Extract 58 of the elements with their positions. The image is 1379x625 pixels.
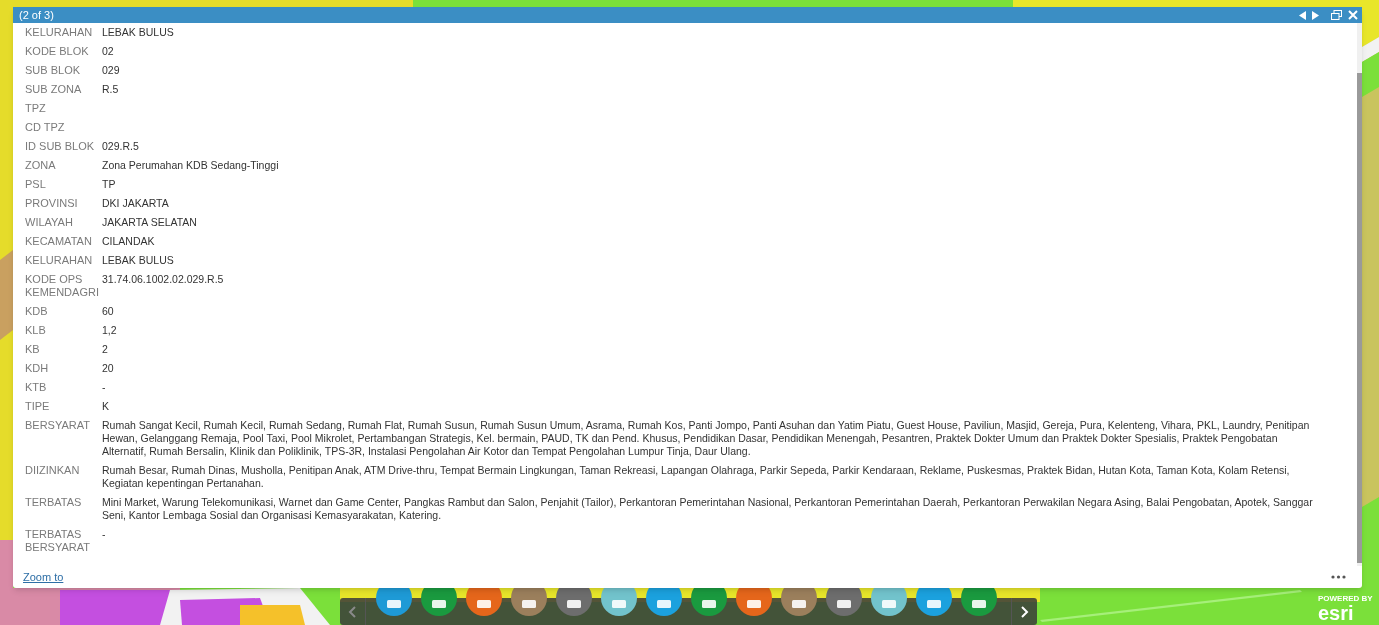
attribution-caption: POWERED BY xyxy=(1318,595,1373,603)
field-label: PROVINSI xyxy=(25,197,79,210)
field-label: KB xyxy=(25,343,41,356)
field-label: DIIZINKAN xyxy=(25,464,81,477)
zoom-to-link[interactable]: Zoom to xyxy=(23,568,64,586)
restore-icon[interactable] xyxy=(1331,10,1342,20)
field-value: 2 xyxy=(102,343,109,356)
field-label: KDH xyxy=(25,362,50,375)
field-value: LEBAK BULUS xyxy=(102,254,175,267)
next-icon[interactable] xyxy=(1312,10,1319,20)
esri-logo-text: esri xyxy=(1318,603,1355,623)
field-label: TERBATAS xyxy=(25,496,83,509)
field-label: SUB BLOK xyxy=(25,64,82,77)
field-value: CILANDAK xyxy=(102,235,156,248)
field-label: KDB xyxy=(25,305,49,318)
field-label: CD TPZ xyxy=(25,121,66,134)
field-label: TPZ xyxy=(25,102,47,115)
field-value: Zona Perumahan KDB Sedang-Tinggi xyxy=(102,159,280,172)
popup-title: (2 of 3) xyxy=(19,7,54,23)
field-value: 1,2 xyxy=(102,324,118,337)
field-value: R.5 xyxy=(102,83,120,96)
field-value: DKI JAKARTA xyxy=(102,197,170,210)
field-label: PSL xyxy=(25,178,47,191)
field-label: KODE OPS KEMENDAGRI xyxy=(25,273,100,299)
field-value: 31.74.06.1002.02.029.R.5 xyxy=(102,273,225,286)
field-label: ID SUB BLOK xyxy=(25,140,96,153)
field-value: JAKARTA SELATAN xyxy=(102,216,198,229)
field-label: TIPE xyxy=(25,400,51,413)
field-label: BERSYARAT xyxy=(25,419,91,432)
field-label: KECAMATAN xyxy=(25,235,93,248)
field-value: Mini Market, Warung Telekomunikasi, Warnet dan Game Center, Pangkas Rambut dan Salon, Penjahit (Tailor), Perkantoran Pemerintahan Nasional, Perkantoran Pemerintahan Daerah, Perkantoran Perwakilan Negara Asing, Balai Pengobatan, Apotek, Sanggar Seni, Kantor Lembaga Sosial dan Organisasi Kemasyarakatan, Katering. xyxy=(102,496,1314,522)
field-label: TERBATAS BERSYARAT xyxy=(25,528,91,554)
close-icon[interactable] xyxy=(1348,10,1358,20)
field-value: 60 xyxy=(102,305,115,318)
field-label: KELURAHAN xyxy=(25,254,94,267)
field-value: Rumah Sangat Kecil, Rumah Kecil, Rumah Sedang, Rumah Flat, Rumah Susun, Rumah Susun Umum, Asrama, Rumah Kos, Panti Jompo, Panti Asuhan dan Yatim Piatu, Guest House, Paviliun, Masjid, Gereja, Pura, Kelenteng, Vihara, PKL, Laundry, Penitipan Hewan, Gelanggang Remaja, Pool Taxi, Pool Mikrolet, Pertambangan Strategis, Kel. bermain, PAUD, TK dan Pend. Khusus, Pendidikan Dasar, Pendidikan Menengah, Pesantren, Praktek Dokter Umum dan Praktek Dokter Spesialis, Praktek Pengobatan Alternatif, Rumah Bersalin, Klinik dan Poliklinik, TPS-3R, Instalasi Pengolahan Air Kotor dan Tempat Pengolahan Lumpur Tinja, Daur Ulang. xyxy=(102,419,1311,458)
field-value: - xyxy=(102,528,107,541)
chevron-left-icon xyxy=(348,605,357,618)
field-value: 02 xyxy=(102,45,115,58)
field-value: 029 xyxy=(102,64,121,77)
field-label: KLB xyxy=(25,324,47,337)
more-icon[interactable] xyxy=(1331,575,1346,579)
field-label: KTB xyxy=(25,381,48,394)
field-value: K xyxy=(102,400,110,413)
scrollbar[interactable] xyxy=(1357,23,1362,566)
field-value: Rumah Besar, Rumah Dinas, Musholla, Penitipan Anak, ATM Drive-thru, Tempat Bermain Lingkungan, Taman Rekreasi, Lapangan Olahraga, Parkir Sepeda, Parkir Kendaraan, Reklame, Puskesmas, Praktek Bidan, Hutan Kota, Taman Kota, Kolam Retensi, Kegiatan kepentingan Pertanahan. xyxy=(102,464,1291,490)
field-label: ZONA xyxy=(25,159,57,172)
field-value: - xyxy=(102,381,107,394)
chevron-right-icon xyxy=(1020,605,1029,618)
previous-icon[interactable] xyxy=(1299,10,1306,20)
field-label: KELURAHAN xyxy=(25,26,94,39)
field-label: KODE BLOK xyxy=(25,45,90,58)
field-value: 20 xyxy=(102,362,115,375)
field-value: 029.R.5 xyxy=(102,140,140,153)
field-label: WILAYAH xyxy=(25,216,74,229)
field-label: SUB ZONA xyxy=(25,83,83,96)
field-value: TP xyxy=(102,178,117,191)
field-value: LEBAK BULUS xyxy=(102,26,175,39)
